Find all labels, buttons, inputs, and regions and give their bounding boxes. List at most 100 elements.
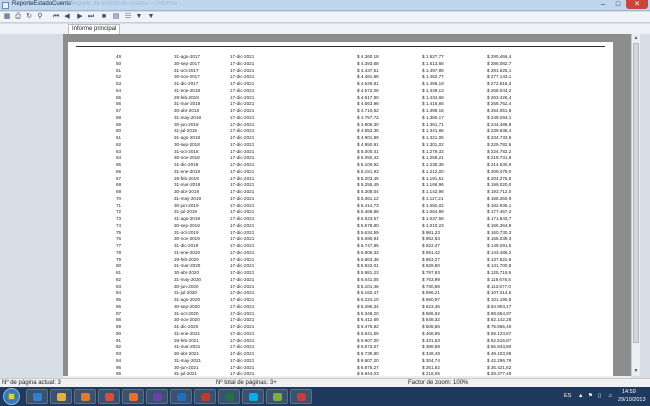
clock-time[interactable]: 14:59 (622, 389, 636, 395)
interest-amount: $ 1.380,17 (422, 114, 444, 120)
excel-icon[interactable] (218, 389, 240, 404)
outlook-icon[interactable] (170, 389, 192, 404)
language-indicator[interactable]: ES (564, 393, 571, 399)
tray-arrow-icon[interactable]: ▲ (578, 393, 583, 399)
balance-amount: $ 131.700,8 (487, 263, 512, 269)
payment-amount: $ 4.805,30 (357, 121, 379, 127)
close-button[interactable]: ✕ (626, 0, 648, 9)
row-number: 55 (116, 94, 122, 100)
scroll-up-icon[interactable]: ▲ (632, 34, 640, 42)
scroll-thumb[interactable] (633, 43, 639, 343)
next-page-icon[interactable]: ▶ (76, 13, 84, 21)
payment-amount: $ 6.476,82 (357, 324, 379, 329)
skype-icon[interactable] (242, 389, 264, 404)
payment-date: 30-jun-2018 (174, 121, 199, 127)
payment-amount: $ 5.414,73 (357, 202, 379, 208)
table-row: 79 29-feb-2020 17-dic-2021 $ 5.863,38 $ 863,… (68, 257, 613, 263)
row-number: 67 (116, 175, 122, 181)
first-page-icon[interactable]: ⏮ (52, 13, 60, 21)
clock-date[interactable]: 29/10/2013 (618, 397, 646, 403)
volume-icon[interactable]: ♫ (608, 393, 612, 399)
report-icon[interactable] (290, 389, 312, 404)
payment-date: 30-abr-2021 (174, 351, 200, 356)
row-number: 61 (116, 135, 122, 140)
start-button[interactable] (3, 388, 20, 405)
payment-date: 31-ene-2019 (174, 168, 201, 174)
balance-amount: $ 290.466,4 (487, 54, 512, 59)
network-icon[interactable]: ▯ (598, 393, 601, 399)
table-row: 52 30-nov-2017 17-dic-2021 $ 4.481,98 $ 1.46… (68, 74, 613, 80)
group-tree-icon[interactable]: ☷ (124, 13, 132, 21)
cut-date: 17-dic-2021 (230, 216, 255, 221)
payment-date: 31-oct-2017 (174, 67, 199, 73)
table-row: 84 31-jul-2020 17-dic-2021 $ 6.162,47 $ 696,… (68, 290, 613, 296)
minimize-button[interactable]: – (596, 0, 610, 9)
table-row: 60 31-jul-2018 17-dic-2021 $ 4.853,35 $ 1.34… (68, 128, 613, 134)
help-icon[interactable]: ▼ (147, 13, 155, 21)
interest-amount: $ 304,74 (422, 357, 440, 363)
payment-amount: $ 5.000,41 (357, 148, 379, 154)
payment-date: 31-ene-2018 (174, 87, 201, 93)
vertical-scrollbar[interactable]: ▲ ▼ (631, 34, 640, 376)
cut-date: 17-dic-2021 (230, 317, 255, 323)
export-icon[interactable]: ▦ (3, 13, 11, 21)
cut-date: 17-dic-2021 (230, 87, 255, 93)
payment-amount: $ 6.673,07 (357, 344, 379, 350)
balance-amount: $ 272.616,3 (487, 81, 512, 86)
interest-amount: $ 952,63 (422, 236, 440, 242)
balance-amount: $ 277.143,1 (487, 74, 512, 80)
firefox-icon[interactable] (122, 389, 144, 404)
explorer-icon[interactable] (50, 389, 72, 404)
cut-date: 17-dic-2021 (230, 256, 255, 262)
interest-amount: $ 1.037,58 (422, 216, 444, 221)
payment-amount: $ 5.050,42 (357, 155, 379, 161)
cut-date: 17-dic-2021 (230, 128, 255, 134)
cut-date: 17-dic-2021 (230, 229, 255, 235)
interest-amount: $ 1.513,66 (422, 60, 444, 66)
balance-amount: $ 75.665,46 (487, 324, 512, 329)
flag-icon[interactable]: ⚑ (588, 393, 593, 399)
interest-amount: $ 431,63 (422, 337, 440, 343)
ie-icon[interactable] (26, 389, 48, 404)
scroll-down-icon[interactable]: ▼ (632, 367, 640, 375)
previous-page-icon[interactable]: ◀ (63, 13, 71, 21)
table-row: 69 30-abr-2019 17-dic-2021 $ 5.308,04 $ 1.14… (68, 189, 613, 195)
stop-icon[interactable]: ■ (100, 13, 108, 21)
zoom-icon[interactable]: ▼ (135, 13, 143, 21)
print-icon[interactable]: ⎙ (14, 13, 22, 21)
payment-amount: $ 6.041,05 (357, 276, 379, 282)
payment-date: 31-dic-2020 (174, 324, 199, 329)
payment-amount: $ 4.663,98 (357, 101, 379, 107)
table-row: 91 28-feb-2021 17-dic-2021 $ 6.607,00 $ 431,… (68, 338, 613, 344)
row-number: 75 (116, 229, 122, 235)
layout-icon[interactable]: ▤ (112, 13, 120, 21)
payment-date: 30-jun-2021 (174, 364, 199, 370)
row-number: 83 (116, 283, 122, 289)
visual-studio-icon[interactable] (146, 389, 168, 404)
payment-date: 31-dic-2019 (174, 243, 199, 248)
payment-date: 31-oct-2018 (174, 148, 199, 154)
payment-amount: $ 5.468,88 (357, 209, 379, 215)
tab-informe-principal[interactable]: Informe principal (68, 24, 120, 34)
payment-date: 30-jun-2020 (174, 283, 199, 289)
payment-amount: $ 5.100,92 (357, 162, 379, 167)
chrome-icon[interactable] (98, 389, 120, 404)
interest-amount: $ 1.212,00 (422, 168, 444, 174)
balance-amount: $ 244.488,8 (487, 121, 512, 127)
table-row: 66 31-ene-2019 17-dic-2021 $ 5.151,93 $ 1.21… (68, 169, 613, 175)
interest-amount: $ 261,62 (422, 364, 440, 370)
last-page-icon[interactable]: ⏭ (87, 13, 95, 21)
maximize-button[interactable]: □ (611, 0, 625, 9)
payment-amount: $ 6.875,27 (357, 364, 379, 370)
payment-amount: $ 5.690,94 (357, 236, 379, 242)
balance-amount: $ 286.082,7 (487, 60, 512, 66)
interest-amount: $ 1.301,02 (422, 141, 444, 147)
payment-amount: $ 5.361,12 (357, 195, 379, 201)
search-icon[interactable]: ⚲ (36, 13, 44, 21)
media-player-icon[interactable] (74, 389, 96, 404)
sql-server-icon[interactable] (194, 389, 216, 404)
interest-amount: $ 1.092,02 (422, 202, 444, 208)
balance-amount: $ 188.350,9 (487, 195, 512, 201)
app-icon[interactable] (266, 389, 288, 404)
refresh-icon[interactable]: ↻ (25, 13, 33, 21)
